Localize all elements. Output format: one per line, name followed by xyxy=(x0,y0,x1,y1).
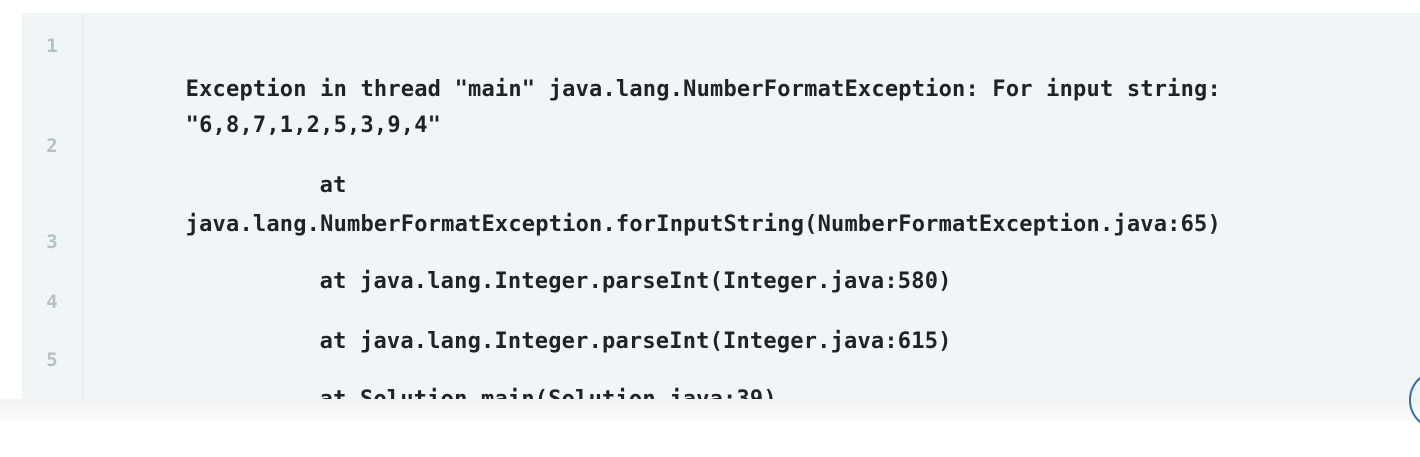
line-number: 1 xyxy=(46,35,58,57)
code-block: 1 2 3 4 5 Exception in thread "main" jav… xyxy=(22,13,1420,412)
code-content: Exception in thread "main" java.lang.Num… xyxy=(83,13,1420,412)
line-number-gutter: 1 2 3 4 5 xyxy=(22,13,83,399)
line-number: 5 xyxy=(46,349,58,371)
line-number: 3 xyxy=(46,231,58,253)
line-number: 4 xyxy=(46,291,58,313)
footer-divider xyxy=(0,399,1420,420)
line-number: 2 xyxy=(46,135,58,157)
